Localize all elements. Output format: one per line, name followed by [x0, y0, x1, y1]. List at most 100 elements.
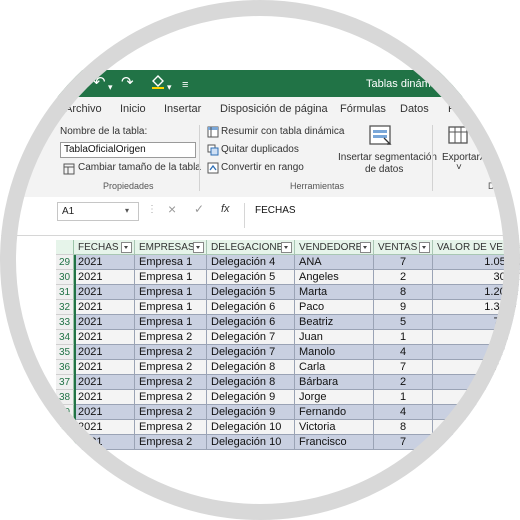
empresa-cell[interactable]: Empresa 2 — [135, 345, 207, 360]
ventas-cell[interactable]: 7 — [374, 435, 433, 450]
ventas-cell[interactable]: 4 — [374, 405, 433, 420]
fecha-cell[interactable]: 2021 — [74, 285, 135, 300]
row-number[interactable]: 30 — [56, 270, 74, 285]
delegacion-cell[interactable]: Delegación 6 — [207, 315, 295, 330]
header-delegaciones[interactable]: DELEGACIONES — [207, 240, 295, 255]
summarize-pivot-button[interactable]: Resumir con tabla dinámica — [221, 126, 344, 137]
vendedor-cell[interactable]: Victoria — [295, 420, 374, 435]
row-number[interactable]: 38 — [56, 390, 74, 405]
fecha-cell[interactable]: 2021 — [74, 420, 135, 435]
delegacion-cell[interactable]: Delegación 8 — [207, 360, 295, 375]
valor-venta-cell[interactable]: 600 € — [433, 345, 520, 360]
row-number[interactable]: 32 — [56, 300, 74, 315]
fecha-cell[interactable]: 2021 — [74, 390, 135, 405]
ventas-cell[interactable]: 7 — [374, 255, 433, 270]
row-number[interactable]: 34 — [56, 330, 74, 345]
vendedor-cell[interactable]: Francisco — [295, 435, 374, 450]
tab-insertar[interactable]: Insertar — [164, 103, 201, 115]
row-number[interactable]: 37 — [56, 375, 74, 390]
delegacion-cell[interactable]: Delegación 8 — [207, 375, 295, 390]
vendedor-cell[interactable]: Beatriz — [295, 315, 374, 330]
fecha-cell[interactable]: 2021 — [74, 435, 135, 450]
ventas-cell[interactable]: 1 — [374, 330, 433, 345]
valor-venta-cell[interactable]: 1.200 € — [433, 285, 520, 300]
empresa-cell[interactable]: Empresa 1 — [135, 300, 207, 315]
redo-icon[interactable]: ↷ — [121, 74, 134, 92]
enter-icon[interactable]: ✓ — [194, 202, 204, 216]
fill-color-icon[interactable] — [150, 74, 166, 95]
delegacion-cell[interactable]: Delegación 7 — [207, 330, 295, 345]
ventas-cell[interactable]: 8 — [374, 285, 433, 300]
empresa-cell[interactable]: Empresa 2 — [135, 375, 207, 390]
delegacion-cell[interactable]: Delegación 10 — [207, 435, 295, 450]
valor-venta-cell[interactable]: 150 € — [433, 330, 520, 345]
filter-dropdown-icon[interactable] — [360, 242, 371, 253]
valor-venta-cell[interactable]: 1.350 € — [433, 300, 520, 315]
vendedor-cell[interactable]: Fernando — [295, 405, 374, 420]
empresa-cell[interactable]: Empresa 1 — [135, 315, 207, 330]
fill-dropdown-icon[interactable]: ▾ — [167, 78, 172, 96]
ventas-cell[interactable]: 2 — [374, 270, 433, 285]
fecha-cell[interactable]: 2021 — [74, 360, 135, 375]
vendedor-cell[interactable]: Manolo — [295, 345, 374, 360]
vendedor-cell[interactable]: Paco — [295, 300, 374, 315]
ventas-cell[interactable]: 8 — [374, 420, 433, 435]
delegacion-cell[interactable]: Delegación 6 — [207, 300, 295, 315]
ventas-cell[interactable]: 2 — [374, 375, 433, 390]
filter-dropdown-icon[interactable] — [281, 242, 292, 253]
fecha-cell[interactable]: 2021 — [74, 270, 135, 285]
fecha-cell[interactable]: 2021 — [74, 375, 135, 390]
row-number[interactable]: 41 — [56, 435, 74, 450]
empresa-cell[interactable]: Empresa 2 — [135, 360, 207, 375]
resize-table-button[interactable]: Cambiar tamaño de la tabla — [78, 162, 201, 173]
filter-dropdown-icon[interactable] — [121, 242, 132, 253]
row-number[interactable]: 35 — [56, 345, 74, 360]
fecha-cell[interactable]: 2021 — [74, 330, 135, 345]
refresh-button[interactable]: Act — [480, 152, 494, 163]
empresa-cell[interactable]: Empresa 2 — [135, 405, 207, 420]
customize-qat-icon[interactable]: ≡ — [182, 76, 188, 94]
vendedor-cell[interactable]: Jorge — [295, 390, 374, 405]
insert-slicer-button[interactable]: Insertar segmentación — [338, 152, 437, 163]
row-number[interactable]: 39 — [56, 405, 74, 420]
vendedor-cell[interactable]: Bárbara — [295, 375, 374, 390]
name-box-dropdown-icon[interactable]: ▾ — [125, 206, 129, 215]
export-dropdown-icon[interactable]: ˅ — [456, 162, 462, 173]
header-fechas[interactable]: FECHAS — [74, 240, 135, 255]
tab-datos[interactable]: Datos — [400, 103, 429, 115]
empresa-cell[interactable]: Empresa 2 — [135, 420, 207, 435]
tab-formulas[interactable]: Fórmulas — [340, 103, 386, 115]
fecha-cell[interactable]: 2021 — [74, 255, 135, 270]
header-vendedores[interactable]: VENDEDORES — [295, 240, 374, 255]
row-number[interactable]: 33 — [56, 315, 74, 330]
valor-venta-cell[interactable] — [433, 435, 520, 450]
undo-dropdown-icon[interactable]: ▾ — [108, 78, 113, 96]
vendedor-cell[interactable]: Marta — [295, 285, 374, 300]
formula-input[interactable]: FECHAS — [244, 203, 520, 228]
fecha-cell[interactable]: 2021 — [74, 315, 135, 330]
vendedor-cell[interactable]: Carla — [295, 360, 374, 375]
fecha-cell[interactable]: 2021 — [74, 405, 135, 420]
valor-venta-cell[interactable]: 300 € — [433, 270, 520, 285]
delegacion-cell[interactable]: Delegación 9 — [207, 405, 295, 420]
insert-function-icon[interactable]: fx — [221, 203, 230, 215]
header-valor-de-venta[interactable]: VALOR DE VENTA — [433, 240, 520, 255]
row-number[interactable]: 40 — [56, 420, 74, 435]
valor-venta-cell[interactable]: 1.050 € — [433, 255, 520, 270]
ventas-cell[interactable]: 4 — [374, 345, 433, 360]
filter-dropdown-icon[interactable] — [419, 242, 430, 253]
ventas-cell[interactable]: 5 — [374, 315, 433, 330]
valor-venta-cell[interactable] — [433, 405, 520, 420]
table-name-input[interactable]: TablaOficialOrigen — [60, 142, 196, 158]
header-empresas[interactable]: EMPRESAS — [135, 240, 207, 255]
vendedor-cell[interactable]: Juan — [295, 330, 374, 345]
tab-disposicion[interactable]: Disposición de página — [220, 103, 328, 115]
delegacion-cell[interactable]: Delegación 5 — [207, 285, 295, 300]
insert-slicer-button-line2[interactable]: de datos — [365, 164, 403, 175]
ventas-cell[interactable]: 9 — [374, 300, 433, 315]
cancel-icon[interactable]: × — [168, 201, 176, 217]
tab-archivo[interactable]: Archivo — [65, 103, 102, 115]
delegacion-cell[interactable]: Delegación 9 — [207, 390, 295, 405]
vendedor-cell[interactable]: Angeles — [295, 270, 374, 285]
delegacion-cell[interactable]: Delegación 5 — [207, 270, 295, 285]
